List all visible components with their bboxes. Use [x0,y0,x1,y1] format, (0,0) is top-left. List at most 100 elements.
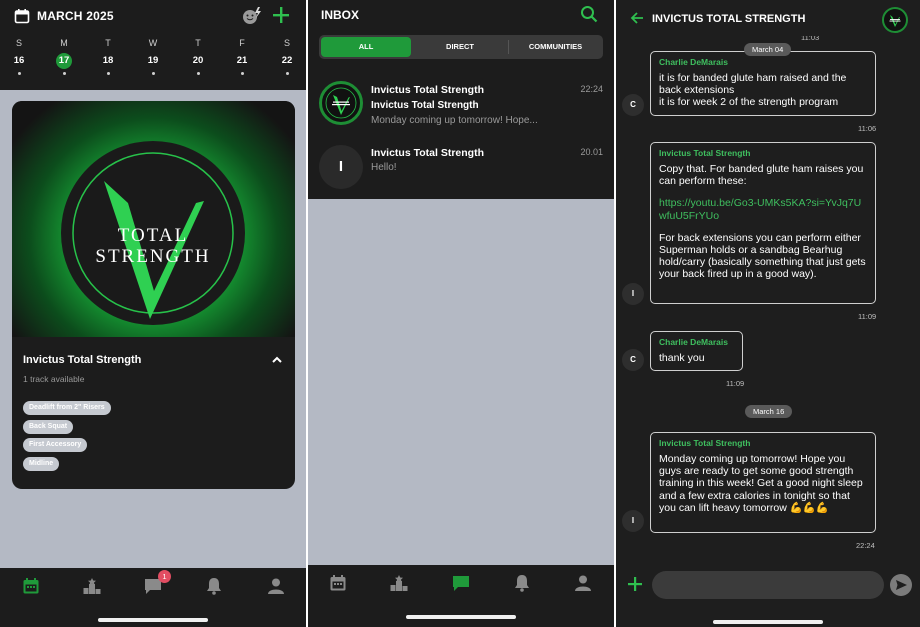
message-bubble[interactable]: Invictus Total Strength Monday coming up… [650,432,876,533]
total-strength-logo: TOTAL STRENGTH [61,141,245,325]
conversation-time: 20.01 [580,147,603,157]
segment-communities[interactable]: COMMUNITIES [510,37,601,57]
month-title[interactable]: MARCH 2025 [37,9,114,23]
workout-tag[interactable]: Back Squat [23,419,74,434]
message-text: it is for week 2 of the strength program [659,96,839,109]
message-bubble[interactable]: Charlie DeMarais it is for banded glute … [650,51,876,116]
sender-avatar: C [622,94,644,116]
program-avatar [319,81,363,125]
leaderboard-tab-icon[interactable] [390,574,408,592]
home-indicator [713,620,823,624]
profile-tab-icon[interactable] [574,574,592,592]
inbox-empty-area [308,199,614,565]
event-dot [285,72,289,75]
message-text: Monday coming up tomorrow! Hope you guys… [659,453,863,514]
segment-direct[interactable]: DIRECT [414,37,506,57]
logo-text-total: TOTAL [118,225,188,246]
inbox-filter-segment: ALL DIRECT COMMUNITIES [319,35,603,59]
chat-screen: INVICTUS TOTAL STRENGTH 11:03 March 04 C… [616,0,920,627]
leaderboard-tab-icon[interactable] [83,577,101,595]
workout-tag[interactable]: Midline [23,456,60,471]
event-dot [240,72,244,75]
event-dot [17,72,21,75]
segment-divider [508,40,509,54]
plus-icon[interactable] [272,6,290,24]
event-dot [106,72,110,75]
message-sender: Invictus Total Strength [659,148,751,158]
bell-tab-icon[interactable] [205,577,223,595]
event-dot [62,72,66,75]
event-dot [151,72,155,75]
calendar-header: MARCH 2025 S 16 M 17 T 18 W 19 T 20 F 21 S 22 [0,0,306,90]
track-count: 1 track available [23,374,85,384]
conversation-subname: Invictus Total Strength [371,100,479,111]
message-sender: Charlie DeMarais [659,337,728,347]
message-link[interactable]: https://youtu.be/Go3-UMKs5KA?si=YvJq7Uwf… [659,197,867,221]
smiley-bolt-icon[interactable] [242,7,262,25]
back-arrow-icon[interactable] [630,11,644,25]
message-sender: Charlie DeMarais [659,57,728,67]
sender-avatar: I [622,283,644,305]
search-icon[interactable] [580,5,598,23]
letter-avatar: I [319,145,363,189]
conversation-item[interactable]: I Invictus Total Strength Hello! 20.01 [308,137,614,197]
message-time: 11:09 [726,379,745,388]
chevron-up-icon[interactable] [271,354,283,366]
chat-header: INVICTUS TOTAL STRENGTH [616,0,920,36]
sender-avatar: C [622,349,644,371]
event-dot [196,72,200,75]
day-thursday[interactable]: T 20 [186,38,210,75]
chat-title: INVICTUS TOTAL STRENGTH [652,13,806,25]
day-monday-selected[interactable]: M 17 [52,38,76,75]
bottom-tab-bar [308,565,614,627]
total-strength-logo [325,87,357,119]
message-sender: Invictus Total Strength [659,438,751,448]
message-time: 11:06 [858,124,877,133]
day-friday[interactable]: F 21 [230,38,254,75]
calendar-icon[interactable] [14,8,30,24]
message-time: 22:24 [856,541,875,550]
program-card[interactable]: TOTAL STRENGTH Invictus Total Strength 1… [12,101,295,489]
conversation-item[interactable]: Invictus Total Strength Invictus Total S… [308,73,614,133]
message-input[interactable] [652,571,884,599]
chat-tab-icon[interactable] [452,574,470,592]
message-bubble[interactable]: Invictus Total Strength Copy that. For b… [650,142,876,304]
sender-avatar: I [622,510,644,532]
calendar-screen: MARCH 2025 S 16 M 17 T 18 W 19 T 20 F 21 S 22 [0,0,306,627]
day-saturday[interactable]: S 22 [275,38,299,75]
conversation-name: Invictus Total Strength [371,147,484,159]
calendar-tab-icon[interactable] [329,574,347,592]
inbox-screen: INBOX ALL DIRECT COMMUNITIES Invictus To… [308,0,614,627]
logo-text-strength: STRENGTH [95,246,210,267]
date-separator: March 04 [744,43,792,56]
day-sunday[interactable]: S 16 [7,38,31,75]
conversation-preview: Hello! [371,162,397,173]
program-avatar[interactable] [882,7,908,33]
bell-tab-icon[interactable] [513,574,531,592]
conversation-name: Invictus Total Strength [371,84,484,96]
message-bubble[interactable]: Charlie DeMarais thank you [650,331,743,371]
workout-tag[interactable]: First Accessory [23,438,88,452]
workout-tag[interactable]: Deadlift from 2" Risers [23,401,111,415]
week-strip: S 16 M 17 T 18 W 19 T 20 F 21 S 22 [0,38,306,82]
message-time: 11:09 [858,312,877,321]
message-text: Copy that. For banded glute ham raises y… [659,163,864,188]
home-indicator [406,615,516,619]
day-tuesday[interactable]: T 18 [96,38,120,75]
profile-tab-icon[interactable] [267,577,285,595]
conversation-time: 22:24 [580,84,603,94]
program-title: Invictus Total Strength [23,354,142,366]
message-text: it is for banded glute ham raised and th… [659,72,847,97]
day-wednesday[interactable]: W 19 [141,38,165,75]
send-button[interactable] [890,574,912,596]
date-separator: March 16 [745,405,793,418]
home-indicator [98,618,208,622]
message-composer [616,565,920,627]
total-strength-logo [889,15,901,27]
program-artwork: TOTAL STRENGTH [12,101,295,337]
segment-all[interactable]: ALL [321,37,411,57]
send-icon [896,580,907,590]
message-text: For back extensions you can perform eith… [659,231,866,281]
attach-plus-icon[interactable] [627,576,643,592]
calendar-tab-icon[interactable] [22,577,40,595]
